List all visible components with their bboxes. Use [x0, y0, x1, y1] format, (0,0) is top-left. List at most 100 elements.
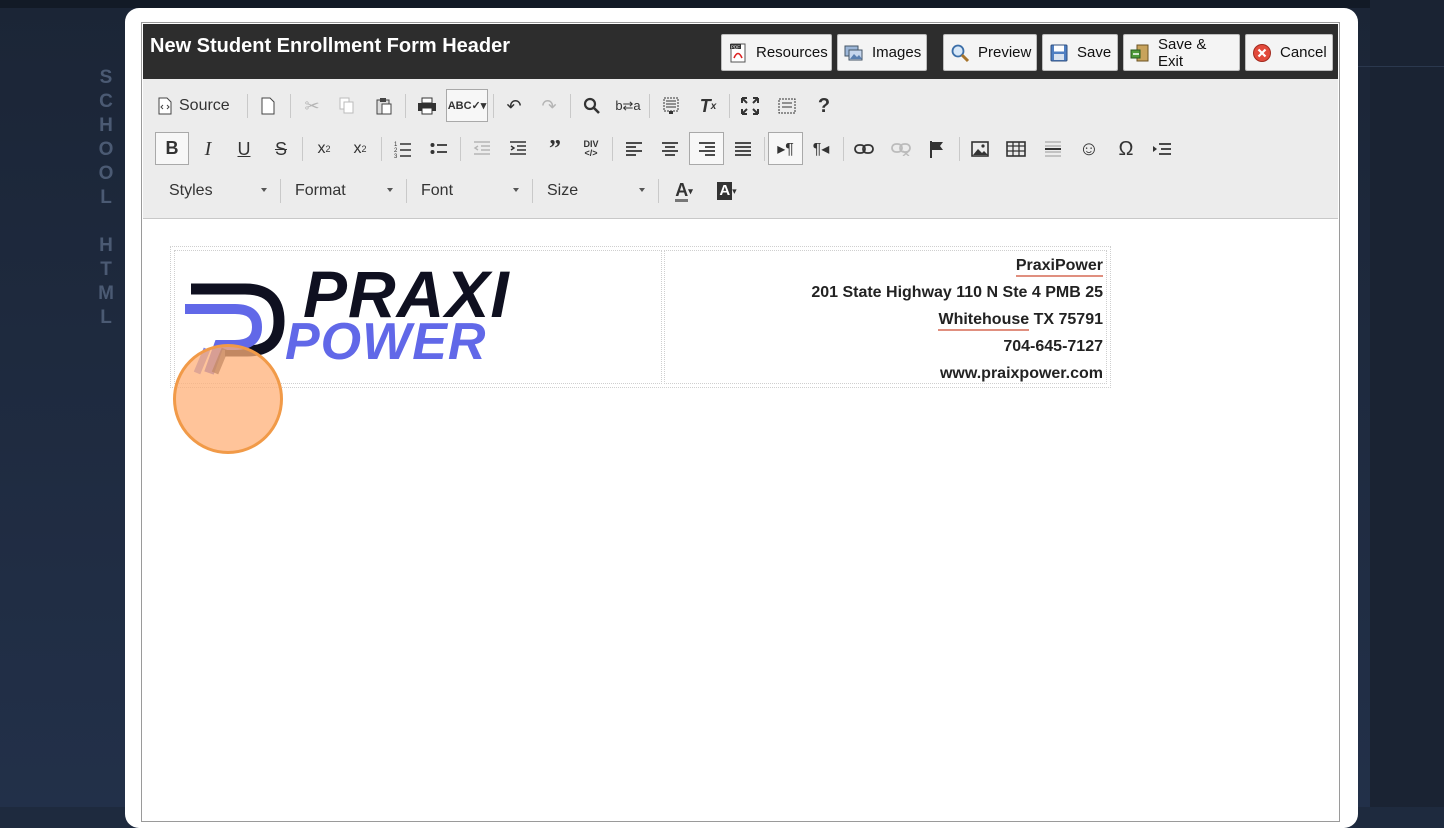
help-icon[interactable]: ?: [809, 91, 839, 121]
styles-dropdown[interactable]: Styles: [169, 179, 267, 203]
exit-door-icon: [1130, 43, 1150, 63]
images-button[interactable]: Images: [837, 34, 927, 71]
anchor-flag-icon[interactable]: [922, 134, 952, 164]
city-state-zip: Whitehouse TX 75791: [938, 311, 1103, 331]
top-bar: [0, 0, 1444, 8]
toolbar-separator: [460, 137, 461, 161]
size-dropdown[interactable]: Size: [547, 179, 645, 203]
chevron-down-icon: [639, 188, 645, 192]
images-label: Images: [872, 44, 922, 61]
resources-button[interactable]: PDF Resources: [721, 34, 832, 71]
special-char-omega-icon[interactable]: Ω: [1111, 134, 1141, 164]
link-icon[interactable]: [849, 134, 879, 164]
toolbar-separator: [764, 137, 765, 161]
spellcheck-icon[interactable]: ABC✓▾: [446, 89, 488, 122]
address-cell[interactable]: PraxiPower 201 State Highway 110 N Ste 4…: [664, 250, 1107, 384]
click-indicator: [173, 344, 283, 454]
chevron-down-icon: [387, 188, 393, 192]
maximize-icon[interactable]: [735, 91, 765, 121]
remove-format-icon[interactable]: Tx: [693, 91, 723, 121]
toolbar-separator: [612, 137, 613, 161]
superscript-icon[interactable]: x2: [345, 134, 375, 164]
redo-icon[interactable]: ↷: [534, 91, 564, 121]
create-div-icon[interactable]: DIV </>: [576, 134, 606, 164]
company-name-text: PraxiPower: [1015, 257, 1103, 277]
source-icon: [158, 97, 172, 115]
toolbar-separator: [290, 94, 291, 118]
undo-icon[interactable]: ↶: [499, 91, 529, 121]
street-address: 201 State Highway 110 N Ste 4 PMB 25: [811, 284, 1103, 301]
save-label: Save: [1077, 44, 1112, 61]
state-zip-text: TX 75791: [1033, 311, 1103, 328]
toolbar-separator: [247, 94, 248, 118]
show-blocks-icon[interactable]: [772, 91, 802, 121]
save-exit-button[interactable]: Save & Exit: [1123, 34, 1240, 71]
background-color-icon[interactable]: A ▾: [711, 176, 743, 206]
align-left-icon[interactable]: [619, 134, 649, 164]
editor-content-area[interactable]: PRAXI POWER PraxiPower 201 State Highway…: [143, 220, 1338, 810]
toolbar-separator: [381, 137, 382, 161]
numbered-list-icon[interactable]: 123: [388, 134, 418, 164]
resources-label: Resources: [756, 44, 828, 61]
toolbar-separator: [405, 94, 406, 118]
strikethrough-icon[interactable]: S: [266, 134, 296, 164]
size-label: Size: [547, 182, 579, 199]
underline-icon[interactable]: U: [229, 134, 259, 164]
smiley-icon[interactable]: ☺: [1074, 134, 1104, 164]
font-dropdown[interactable]: Font: [421, 179, 519, 203]
toolbar-separator: [532, 179, 533, 203]
copy-icon[interactable]: [332, 91, 362, 121]
editor-titlebar: New Student Enrollment Form Header PDF R…: [143, 24, 1338, 79]
format-dropdown[interactable]: Format: [295, 179, 393, 203]
floppy-disk-icon: [1049, 43, 1069, 63]
toolbar-separator: [493, 94, 494, 118]
vertical-school-html-label: S C H O O L H T M L: [98, 67, 114, 328]
phone-number: 704-645-7127: [1003, 338, 1103, 355]
editor-title: New Student Enrollment Form Header: [150, 35, 511, 57]
save-button[interactable]: Save: [1042, 34, 1118, 71]
magnifier-icon: [950, 43, 970, 63]
unlink-icon[interactable]: [886, 134, 916, 164]
horizontal-line-icon[interactable]: [1038, 134, 1068, 164]
toolbar-separator: [649, 94, 650, 118]
print-icon[interactable]: [412, 91, 442, 121]
replace-icon[interactable]: b⇄a: [613, 91, 643, 121]
align-right-icon[interactable]: [689, 132, 724, 165]
toolbar-separator: [658, 179, 659, 203]
cancel-button[interactable]: Cancel: [1245, 34, 1333, 71]
toolbar-separator: [729, 94, 730, 118]
bold-icon[interactable]: B: [155, 132, 189, 165]
text-color-icon[interactable]: A ▾: [668, 176, 700, 206]
toolbar-separator: [280, 179, 281, 203]
styles-label: Styles: [169, 182, 213, 199]
new-page-icon[interactable]: [253, 91, 283, 121]
italic-icon[interactable]: I: [193, 134, 223, 164]
indent-icon[interactable]: [503, 134, 533, 164]
text-direction-rtl-icon[interactable]: ¶◂: [806, 134, 836, 164]
save-exit-label: Save & Exit: [1158, 35, 1207, 70]
align-center-icon[interactable]: [655, 134, 685, 164]
right-panel: [1370, 0, 1444, 807]
cut-icon[interactable]: ✂: [297, 91, 327, 121]
justify-icon[interactable]: [728, 134, 758, 164]
editor-toolbar: Source ✂ ABC✓▾ ↶ ↷ b⇄a Tx ? B I U S x2 x…: [143, 79, 1338, 219]
table-icon[interactable]: [1001, 134, 1031, 164]
outdent-icon[interactable]: [467, 134, 497, 164]
select-all-icon[interactable]: [656, 91, 686, 121]
blockquote-icon[interactable]: ”: [540, 134, 570, 164]
subscript-icon[interactable]: x2: [309, 134, 339, 164]
format-label: Format: [295, 182, 346, 199]
pdf-icon: PDF: [728, 43, 748, 63]
preview-button[interactable]: Preview: [943, 34, 1037, 71]
text-direction-ltr-icon[interactable]: ▸¶: [768, 132, 803, 165]
header-table[interactable]: PRAXI POWER PraxiPower 201 State Highway…: [170, 246, 1111, 388]
toolbar-separator: [959, 137, 960, 161]
page-break-icon[interactable]: [1147, 134, 1177, 164]
source-button[interactable]: Source: [157, 91, 241, 121]
svg-text:PDF: PDF: [731, 44, 740, 49]
image-icon[interactable]: [965, 134, 995, 164]
bullet-list-icon[interactable]: [424, 134, 454, 164]
paste-icon[interactable]: [369, 91, 399, 121]
images-icon: [844, 43, 864, 63]
find-icon[interactable]: [577, 91, 607, 121]
